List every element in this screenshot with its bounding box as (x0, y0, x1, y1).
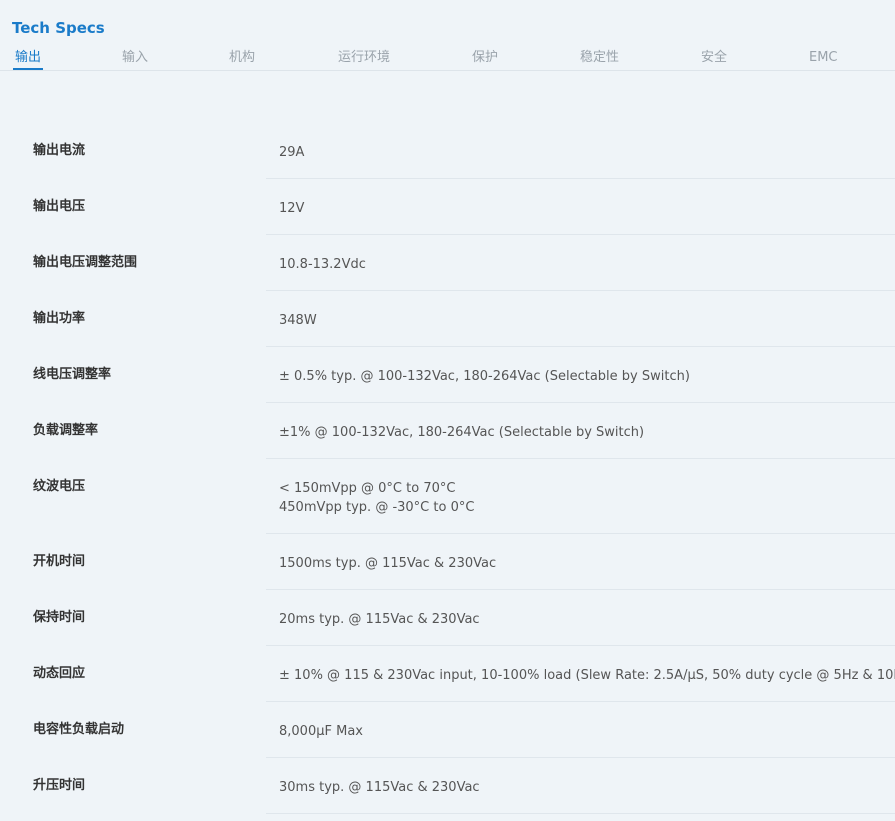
spec-value-line: 29A (279, 145, 305, 160)
spec-value-line: 450mVpp typ. @ -30°C to 0°C (279, 500, 475, 515)
spec-value: 30ms typ. @ 115Vac & 230Vac (279, 778, 480, 797)
spec-label: 输出电压调整范围 (33, 255, 138, 270)
tab-output[interactable]: 输出 (12, 50, 44, 70)
spec-label: 输出功率 (33, 311, 86, 326)
spec-row-load-regulation: 负载调整率 ±1% @ 100-132Vac, 180-264Vac (Sele… (0, 403, 895, 459)
tab-reliability[interactable]: 稳定性 (580, 50, 619, 66)
spec-label: 保持时间 (33, 610, 86, 625)
spec-value-line: < 150mVpp @ 0°C to 70°C (279, 481, 456, 496)
spec-value: ± 10% @ 115 & 230Vac input, 10-100% load… (279, 666, 895, 685)
spec-value: ±1% @ 100-132Vac, 180-264Vac (Selectable… (279, 423, 644, 442)
spec-row-capacitive-load: 电容性负载启动 8,000μF Max (0, 702, 895, 758)
spec-value-line: 348W (279, 313, 317, 328)
spec-value-line: 8,000μF Max (279, 724, 363, 739)
spec-value-line: 12V (279, 201, 305, 216)
spec-value: 20ms typ. @ 115Vac & 230Vac (279, 610, 480, 629)
spec-value-line: 10.8-13.2Vdc (279, 257, 366, 272)
spec-value: ± 0.5% typ. @ 100-132Vac, 180-264Vac (Se… (279, 367, 690, 386)
tab-mechanical[interactable]: 机构 (229, 50, 255, 66)
spec-row-output-current: 输出电流 29A (0, 123, 895, 179)
tab-safety[interactable]: 安全 (701, 50, 727, 66)
spec-label: 线电压调整率 (33, 367, 112, 382)
spec-label: 输出电压 (33, 199, 86, 214)
spec-label: 纹波电压 (33, 479, 86, 494)
spec-value: < 150mVpp @ 0°C to 70°C 450mVpp typ. @ -… (279, 479, 474, 517)
spec-value: 1500ms typ. @ 115Vac & 230Vac (279, 554, 496, 573)
spec-value-line: 1500ms typ. @ 115Vac & 230Vac (279, 556, 497, 571)
spec-label: 输出电流 (33, 143, 86, 158)
spec-row-startup-time: 开机时间 1500ms typ. @ 115Vac & 230Vac (0, 534, 895, 590)
spec-value: 8,000μF Max (279, 722, 363, 741)
tab-input[interactable]: 输入 (122, 50, 148, 66)
spec-row-rise-time: 升压时间 30ms typ. @ 115Vac & 230Vac (0, 758, 895, 814)
spec-label: 升压时间 (33, 778, 86, 793)
spec-label: 负载调整率 (33, 423, 99, 438)
page-title: Tech Specs (12, 19, 105, 37)
spec-row-transient-response: 动态回应 ± 10% @ 115 & 230Vac input, 10-100%… (0, 646, 895, 702)
spec-value-line: 30ms typ. @ 115Vac & 230Vac (279, 780, 480, 795)
spec-table: 输出电流 29A 输出电压 12V 输出电压调整范围 10.8-13.2Vdc … (0, 123, 895, 814)
spec-row-ripple-noise: 纹波电压 < 150mVpp @ 0°C to 70°C 450mVpp typ… (0, 459, 895, 534)
tab-emc[interactable]: EMC (809, 50, 838, 66)
spec-value-line: ± 0.5% typ. @ 100-132Vac, 180-264Vac (Se… (279, 369, 690, 384)
spec-value-line: 20ms typ. @ 115Vac & 230Vac (279, 612, 480, 627)
spec-row-voltage-adj-range: 输出电压调整范围 10.8-13.2Vdc (0, 235, 895, 291)
spec-value-line: ± 10% @ 115 & 230Vac input, 10-100% load… (279, 668, 895, 683)
spec-value: 10.8-13.2Vdc (279, 255, 366, 274)
tab-environment[interactable]: 运行环境 (338, 50, 390, 66)
spec-row-output-voltage: 输出电压 12V (0, 179, 895, 235)
spec-tabs: 输出 输入 机构 运行环境 保护 稳定性 安全 EMC (0, 48, 895, 71)
tab-protection[interactable]: 保护 (472, 50, 498, 66)
spec-value: 29A (279, 143, 304, 162)
spec-label: 开机时间 (33, 554, 86, 569)
spec-row-line-regulation: 线电压调整率 ± 0.5% typ. @ 100-132Vac, 180-264… (0, 347, 895, 403)
spec-value-line: ±1% @ 100-132Vac, 180-264Vac (Selectable… (279, 425, 645, 440)
spec-row-output-power: 输出功率 348W (0, 291, 895, 347)
spec-value: 348W (279, 311, 317, 330)
spec-label: 电容性负载启动 (33, 722, 125, 737)
spec-value: 12V (279, 199, 304, 218)
spec-label: 动态回应 (33, 666, 86, 681)
spec-row-hold-up-time: 保持时间 20ms typ. @ 115Vac & 230Vac (0, 590, 895, 646)
